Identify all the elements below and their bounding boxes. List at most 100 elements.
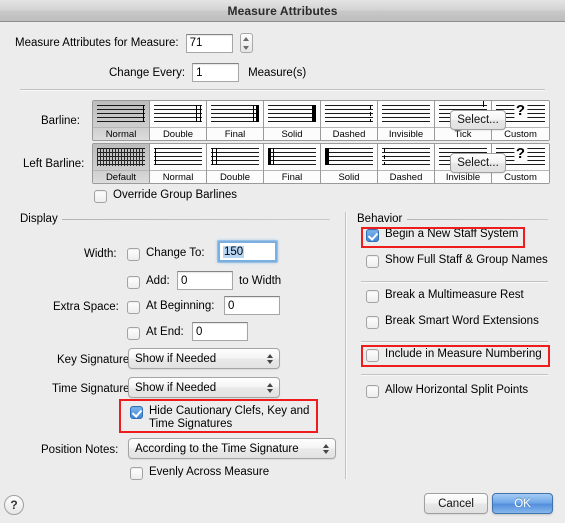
behavior-divider-1: [361, 281, 548, 282]
behavior-item-3[interactable]: Break Smart Word Extensions: [366, 315, 539, 329]
barline-select-button[interactable]: Select...: [450, 110, 506, 130]
add-width-input[interactable]: 0: [177, 271, 233, 290]
left-barline-option-default[interactable]: Default: [93, 144, 150, 183]
window-title: Measure Attributes: [227, 3, 338, 18]
change-every-input[interactable]: 1: [192, 63, 240, 82]
barline-option-caption: Double: [150, 127, 206, 140]
add-width-box[interactable]: [127, 276, 140, 289]
barline-solid-icon: [264, 101, 320, 127]
barline-option-final[interactable]: Final: [207, 101, 264, 140]
barline-option-dashed[interactable]: Dashed: [321, 101, 378, 140]
stepper-down-icon[interactable]: [243, 45, 250, 50]
left-barline-final-icon: [264, 144, 320, 170]
behavior-item-5-label: Allow Horizontal Split Points: [385, 384, 529, 396]
ok-button[interactable]: OK: [492, 493, 553, 514]
barline-invisible-icon: [378, 101, 434, 127]
position-notes-label: Position Notes:: [41, 444, 119, 456]
behavior-item-2-box[interactable]: [366, 290, 379, 303]
at-beginning-checkbox[interactable]: At Beginning:: [127, 300, 214, 314]
behavior-item-2[interactable]: Break a Multimeasure Rest: [366, 289, 524, 303]
cancel-button[interactable]: Cancel: [424, 493, 488, 514]
behavior-item-0-label: Begin a New Staff System: [385, 228, 519, 240]
behavior-item-5-box[interactable]: [366, 385, 379, 398]
add-width-label: Add:: [146, 275, 170, 287]
time-signature-value: Show if Needed: [135, 381, 217, 394]
behavior-item-0-box[interactable]: [366, 229, 379, 242]
change-every-row: Change Every: 1 Measure(s): [109, 63, 306, 82]
display-group-label: Display: [20, 213, 58, 225]
override-group-barlines-label: Override Group Barlines: [113, 189, 237, 201]
barline-option-invisible[interactable]: Invisible: [378, 101, 435, 140]
stepper-up-icon[interactable]: [243, 36, 250, 41]
override-group-barlines-checkbox[interactable]: Override Group Barlines: [94, 189, 237, 203]
help-label: ?: [10, 498, 18, 512]
behavior-item-3-box[interactable]: [366, 316, 379, 329]
measures-suffix-label: Measure(s): [248, 66, 307, 79]
change-to-checkbox[interactable]: Change To:: [127, 247, 205, 261]
behavior-item-4-label: Include in Measure Numbering: [385, 348, 542, 360]
to-width-label: to Width: [239, 275, 282, 287]
measure-attributes-dialog: Measure Attributes Measure Attributes fo…: [0, 0, 565, 523]
left-barline-option-caption: Double: [207, 170, 263, 183]
at-beginning-box[interactable]: [127, 301, 140, 314]
behavior-group-rule: [407, 219, 548, 220]
left-barline-select-button[interactable]: Select...: [450, 153, 506, 173]
evenly-across-checkbox[interactable]: Evenly Across Measure: [130, 466, 269, 480]
at-beginning-input[interactable]: 0: [224, 296, 280, 315]
barline-option-caption: Final: [207, 127, 263, 140]
left-barline-option-caption: Normal: [150, 170, 206, 183]
behavior-item-0[interactable]: Begin a New Staff System: [366, 228, 518, 242]
hide-cautionary-box[interactable]: [130, 406, 143, 419]
add-width-checkbox[interactable]: Add:: [127, 275, 170, 289]
left-barline-option-final[interactable]: Final: [264, 144, 321, 183]
chevron-updown-icon: [267, 353, 273, 364]
change-to-box[interactable]: [127, 248, 140, 261]
left-barline-option-caption: Dashed: [378, 170, 434, 183]
hide-cautionary-checkbox[interactable]: Hide Cautionary Clefs, Key and Time Sign…: [130, 405, 318, 431]
measure-number-row: Measure Attributes for Measure: 71: [15, 33, 253, 53]
left-barline-option-caption: Final: [264, 170, 320, 183]
hide-cautionary-label: Hide Cautionary Clefs, Key and Time Sign…: [149, 405, 310, 430]
at-end-input[interactable]: 0: [192, 322, 248, 341]
left-barline-option-double[interactable]: Double: [207, 144, 264, 183]
left-barline-option-solid[interactable]: Solid: [321, 144, 378, 183]
key-signature-label: Key Signature:: [57, 354, 133, 366]
measure-number-input[interactable]: 71: [185, 33, 233, 53]
add-width-value: 0: [181, 274, 188, 287]
behavior-item-5[interactable]: Allow Horizontal Split Points: [366, 384, 528, 398]
left-barline-label: Left Barline:: [23, 158, 85, 170]
barline-option-double[interactable]: Double: [150, 101, 207, 140]
behavior-group-label: Behavior: [357, 213, 403, 225]
ok-label: OK: [514, 497, 531, 510]
behavior-item-4[interactable]: Include in Measure Numbering: [366, 348, 542, 362]
barline-option-normal[interactable]: Normal: [93, 101, 150, 140]
at-end-label: At End:: [146, 326, 184, 338]
help-button[interactable]: ?: [4, 495, 24, 515]
behavior-divider-3: [361, 374, 548, 375]
behavior-item-4-box[interactable]: [366, 349, 379, 362]
left-barline-solid-icon: [321, 144, 377, 170]
barline-select-label: Select...: [457, 114, 499, 126]
behavior-item-1-label: Show Full Staff & Group Names: [385, 254, 548, 266]
left-barline-select-label: Select...: [457, 157, 499, 169]
barline-option-caption: Normal: [93, 127, 149, 140]
key-signature-value: Show if Needed: [135, 352, 217, 365]
at-end-box[interactable]: [127, 327, 140, 340]
behavior-item-1-box[interactable]: [366, 255, 379, 268]
behavior-divider-2: [361, 341, 548, 342]
left-barline-option-caption: Solid: [321, 170, 377, 183]
override-group-barlines-box[interactable]: [94, 190, 107, 203]
change-to-input[interactable]: 150: [217, 240, 278, 263]
behavior-item-1[interactable]: Show Full Staff & Group Names: [366, 254, 548, 268]
position-notes-select[interactable]: According to the Time Signature: [128, 438, 336, 459]
time-signature-select[interactable]: Show if Needed: [128, 377, 280, 398]
barline-option-solid[interactable]: Solid: [264, 101, 321, 140]
at-end-checkbox[interactable]: At End:: [127, 326, 184, 340]
evenly-across-box[interactable]: [130, 467, 143, 480]
measure-number-stepper[interactable]: [239, 33, 253, 53]
left-barline-option-normal[interactable]: Normal: [150, 144, 207, 183]
left-barline-option-dashed[interactable]: Dashed: [378, 144, 435, 183]
key-signature-select[interactable]: Show if Needed: [128, 348, 280, 369]
evenly-across-label: Evenly Across Measure: [149, 466, 270, 478]
change-to-value: 150: [223, 245, 245, 258]
